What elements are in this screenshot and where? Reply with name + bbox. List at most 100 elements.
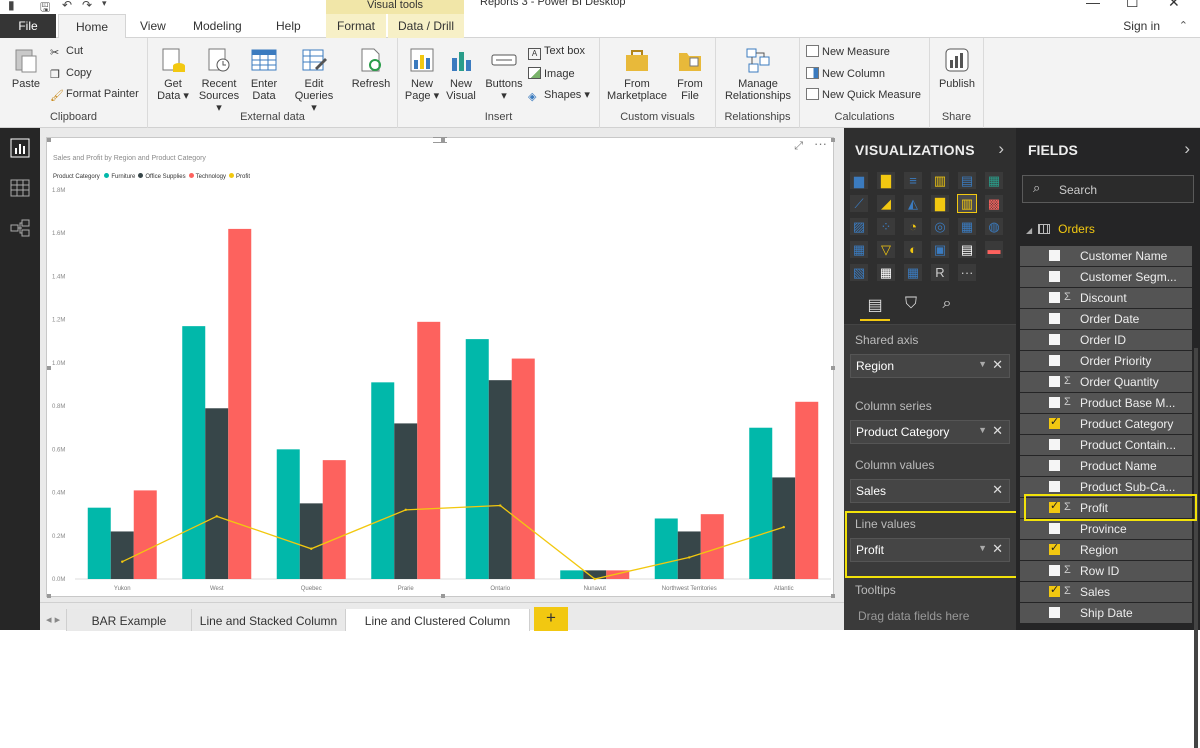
- collapse-visualizations-icon[interactable]: ›: [998, 139, 1004, 159]
- new-visual-button[interactable]: New Visual: [444, 46, 478, 102]
- field-row[interactable]: Product Category: [1020, 414, 1192, 434]
- refresh-button[interactable]: Refresh: [350, 46, 392, 90]
- get-data-button[interactable]: Get Data ▾: [156, 46, 190, 102]
- shapes-button[interactable]: ◈ Shapes ▾: [528, 88, 590, 103]
- visual-type-icon[interactable]: ···: [958, 264, 976, 281]
- resize-handle[interactable]: [441, 594, 445, 598]
- visual-type-icon[interactable]: ◍: [985, 218, 1003, 235]
- field-row[interactable]: Ship Date: [1020, 603, 1192, 623]
- field-checkbox[interactable]: [1049, 541, 1060, 555]
- new-quick-measure-button[interactable]: New Quick Measure: [806, 88, 921, 101]
- visual-type-icon[interactable]: ▦: [904, 264, 922, 281]
- visual-type-icon[interactable]: ▣: [931, 241, 949, 258]
- field-checkbox[interactable]: [1049, 250, 1060, 261]
- visual-type-icon[interactable]: ▽: [877, 241, 895, 258]
- page-tab-line-stacked-column[interactable]: Line and Stacked Column: [192, 609, 346, 631]
- line-point[interactable]: [499, 504, 502, 507]
- bar-furniture[interactable]: [560, 570, 584, 579]
- visual-type-icon[interactable]: ▇: [931, 195, 949, 212]
- bar-furniture[interactable]: [276, 449, 300, 579]
- bar-office-supplies[interactable]: [299, 503, 323, 579]
- publish-button[interactable]: Publish: [934, 46, 980, 90]
- field-row[interactable]: Σ Order Quantity: [1020, 372, 1192, 392]
- remove-field-icon[interactable]: ✕: [992, 423, 1003, 439]
- add-page-button[interactable]: +: [534, 607, 568, 631]
- visual-type-icon[interactable]: ▥: [931, 172, 949, 189]
- bar-office-supplies[interactable]: [394, 423, 418, 579]
- copy-button[interactable]: ❐ Copy: [50, 67, 92, 81]
- model-view-icon[interactable]: [10, 218, 30, 238]
- cut-button[interactable]: ✂ Cut: [50, 45, 83, 59]
- table-orders[interactable]: ◢ Orders: [1026, 222, 1095, 236]
- visual-type-icon[interactable]: ▤: [958, 172, 976, 189]
- resize-handle[interactable]: [47, 594, 51, 598]
- bar-office-supplies[interactable]: [110, 531, 134, 579]
- resize-handle[interactable]: [831, 594, 835, 598]
- bar-office-supplies[interactable]: [205, 408, 229, 579]
- field-checkbox[interactable]: [1049, 376, 1060, 387]
- field-checkbox[interactable]: [1049, 271, 1060, 282]
- field-row[interactable]: Order ID: [1020, 330, 1192, 350]
- tab-format[interactable]: Format: [326, 14, 386, 38]
- field-row[interactable]: Product Name: [1020, 456, 1192, 476]
- image-button[interactable]: Image: [528, 67, 575, 80]
- sign-in-link[interactable]: Sign in: [1123, 19, 1160, 33]
- field-row[interactable]: Customer Segm...: [1020, 267, 1192, 287]
- resize-handle[interactable]: [47, 366, 51, 370]
- fields-search-input[interactable]: ⌕ Search: [1022, 175, 1194, 203]
- field-checkbox[interactable]: [1049, 460, 1060, 471]
- visual-type-icon[interactable]: ▧: [850, 264, 868, 281]
- bar-technology[interactable]: [700, 514, 724, 579]
- visual-type-icon[interactable]: ▩: [985, 195, 1003, 212]
- bar-furniture[interactable]: [749, 427, 773, 579]
- resize-handle[interactable]: [831, 138, 835, 142]
- field-checkbox[interactable]: [1049, 292, 1060, 303]
- collapse-ribbon-icon[interactable]: ⌃: [1179, 19, 1188, 32]
- field-row[interactable]: Province: [1020, 519, 1192, 539]
- visual-type-icon[interactable]: ◔: [904, 218, 922, 235]
- field-row[interactable]: Σ Sales: [1020, 582, 1192, 602]
- chart-visual[interactable]: ⤢ ··· Sales and Profit by Region and Pro…: [46, 136, 835, 598]
- bar-furniture[interactable]: [182, 326, 206, 579]
- visual-type-icon[interactable]: ▇: [877, 172, 895, 189]
- new-page-button[interactable]: New Page ▾: [404, 46, 440, 102]
- bar-office-supplies[interactable]: [488, 380, 512, 579]
- fields-tab-icon[interactable]: ▤: [860, 295, 890, 321]
- tab-view[interactable]: View: [140, 14, 166, 38]
- fields-scrollbar[interactable]: [1194, 348, 1198, 748]
- line-point[interactable]: [215, 515, 218, 518]
- format-paint-roller-icon[interactable]: ⛉: [896, 295, 926, 321]
- bar-technology[interactable]: [795, 401, 819, 579]
- visual-type-icon[interactable]: ▦: [958, 218, 976, 235]
- field-row[interactable]: Customer Name: [1020, 246, 1192, 266]
- format-painter-button[interactable]: 🖌 Format Painter: [50, 88, 139, 102]
- visual-type-icon[interactable]: ▥: [957, 194, 977, 213]
- tab-file[interactable]: File: [0, 14, 56, 38]
- enter-data-button[interactable]: Enter Data: [248, 46, 280, 102]
- well-shared-axis[interactable]: Region ▼ ✕: [850, 354, 1010, 378]
- well-column-series[interactable]: Product Category ▼ ✕: [850, 420, 1010, 444]
- bar-furniture[interactable]: [465, 339, 489, 579]
- bar-technology[interactable]: [322, 460, 346, 579]
- field-checkbox[interactable]: [1049, 439, 1060, 450]
- redo-icon[interactable]: ↷: [82, 0, 92, 12]
- field-checkbox[interactable]: [1049, 583, 1060, 597]
- close-icon[interactable]: ✕: [1168, 0, 1180, 11]
- field-row[interactable]: Order Priority: [1020, 351, 1192, 371]
- resize-handle[interactable]: [441, 138, 445, 142]
- chevron-down-icon[interactable]: ▼: [978, 425, 987, 435]
- bar-technology[interactable]: [511, 358, 535, 579]
- page-tab-bar-example[interactable]: BAR Example: [66, 609, 192, 631]
- line-point[interactable]: [310, 547, 313, 550]
- remove-field-icon[interactable]: ✕: [992, 357, 1003, 373]
- line-point[interactable]: [593, 577, 596, 581]
- field-row[interactable]: Product Contain...: [1020, 435, 1192, 455]
- tab-home[interactable]: Home: [58, 14, 126, 39]
- visual-type-icon[interactable]: ▦: [985, 172, 1003, 189]
- tab-help[interactable]: Help: [276, 14, 301, 38]
- remove-field-icon[interactable]: ✕: [992, 482, 1003, 498]
- page-tab-line-clustered-column[interactable]: Line and Clustered Column: [346, 609, 530, 631]
- buttons-button[interactable]: Buttons ▾: [482, 46, 526, 102]
- chevron-down-icon[interactable]: ▼: [978, 359, 987, 369]
- line-point[interactable]: [782, 525, 785, 529]
